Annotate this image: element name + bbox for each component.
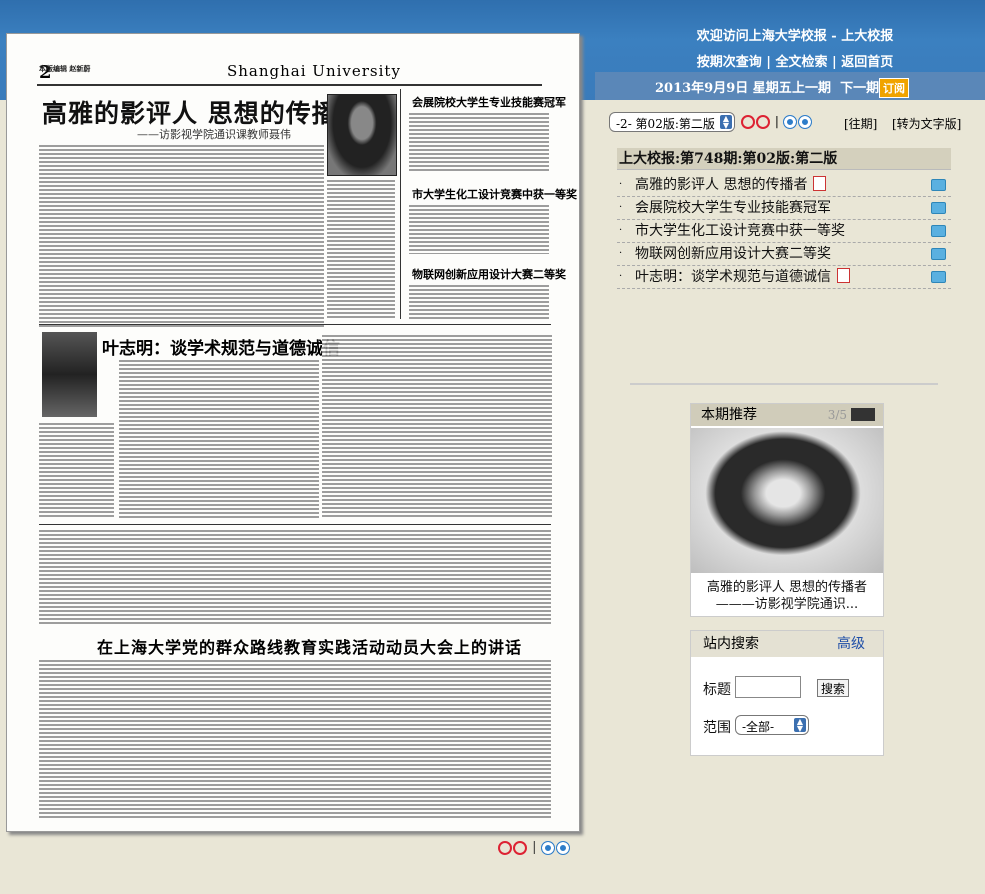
bullet-icon: · bbox=[619, 271, 623, 282]
bullet-icon: · bbox=[619, 179, 623, 190]
newspaper-section-2-title[interactable]: 市大学生化工设计竞赛中获一等奖 bbox=[412, 186, 577, 202]
subscribe-button[interactable]: 订阅 bbox=[879, 78, 909, 98]
newspaper-divider bbox=[39, 524, 551, 525]
next-page-icon[interactable] bbox=[513, 840, 527, 855]
site-search-panel: 站内搜索 高级 标题 搜索 范围 -全部- ▲ ▼ bbox=[690, 630, 884, 756]
comment-icon[interactable] bbox=[931, 179, 946, 191]
text-version-link[interactable]: [转为文字版] bbox=[892, 115, 961, 132]
newspaper-subtitle-1: ——访影视学院通识课教师聂伟 bbox=[137, 128, 291, 141]
zoom-in-icon[interactable] bbox=[540, 840, 555, 855]
scope-label: 范围 bbox=[703, 720, 731, 736]
newspaper-text-block bbox=[39, 422, 114, 517]
newspaper-divider bbox=[400, 89, 401, 319]
newspaper-photo-1 bbox=[327, 94, 397, 176]
newspaper-editor-label: 本版编辑 赵新蔚 bbox=[39, 64, 91, 73]
recommend-panel: 本期推荐 3/5 高雅的影评人 思想的传播者 ———访影视学院通识... bbox=[690, 403, 884, 617]
recommend-counter: 3/5 bbox=[827, 408, 847, 422]
prev-page-icon[interactable] bbox=[741, 114, 755, 129]
link-home[interactable]: 返回首页 bbox=[841, 55, 893, 70]
article-title[interactable]: 高雅的影评人 思想的传播者 bbox=[635, 177, 807, 193]
newspaper-section-1-title[interactable]: 会展院校大学生专业技能赛冠军 bbox=[412, 94, 566, 110]
bullet-icon: · bbox=[619, 248, 623, 259]
page-toolbar: -2- 第02版:第二版 ▲ ▼ | [往期] [转为文字版] bbox=[609, 112, 969, 134]
list-item[interactable]: · 物联网创新应用设计大赛二等奖 bbox=[617, 243, 951, 266]
newspaper-text-block bbox=[327, 179, 395, 319]
panel-divider bbox=[630, 383, 938, 385]
past-issues-link[interactable]: [往期] bbox=[844, 115, 877, 132]
prev-issue-link[interactable]: 上一期 bbox=[792, 81, 831, 96]
comment-icon[interactable] bbox=[931, 202, 946, 214]
newspaper-text-block bbox=[409, 284, 549, 319]
search-title-input[interactable] bbox=[735, 676, 801, 698]
link-query-by-issue[interactable]: 按期次查询 bbox=[697, 55, 762, 70]
newspaper-header: 2 Shanghai University bbox=[37, 62, 542, 86]
newspaper-text-block bbox=[39, 144, 324, 329]
comment-icon[interactable] bbox=[931, 225, 946, 237]
next-issue-link[interactable]: 下一期 bbox=[840, 81, 879, 96]
scope-select-value: -全部- bbox=[742, 720, 775, 734]
welcome-text: 欢迎访问上海大学校报 - 上大校报 bbox=[696, 29, 894, 44]
recommend-caption-sub[interactable]: ———访影视学院通识... bbox=[691, 593, 883, 612]
site-links: 欢迎访问上海大学校报 - 上大校报 按期次查询 | 全文检索 | 返回首页 bbox=[605, 24, 985, 76]
advanced-search-link[interactable]: 高级 bbox=[837, 631, 865, 657]
article-title[interactable]: 物联网创新应用设计大赛二等奖 bbox=[635, 243, 831, 265]
newspaper-section-3-title[interactable]: 物联网创新应用设计大赛二等奖 bbox=[412, 266, 566, 282]
chevron-updown-icon: ▲ ▼ bbox=[720, 115, 732, 130]
title-label: 标题 bbox=[703, 682, 731, 698]
newspaper-divider bbox=[39, 324, 551, 325]
next-page-icon[interactable] bbox=[756, 114, 770, 129]
slideshow-controls-icon[interactable] bbox=[851, 408, 875, 421]
newspaper-page-image[interactable]: 2 Shanghai University 本版编辑 赵新蔚 高雅的影评人 思想… bbox=[6, 33, 580, 832]
article-title[interactable]: 叶志明：谈学术规范与道德诚信 bbox=[635, 269, 831, 285]
pdf-icon[interactable] bbox=[813, 175, 827, 191]
newspaper-headline-3[interactable]: 在上海大学党的群众路线教育实践活动动员大会上的讲话 bbox=[97, 634, 522, 658]
search-title: 站内搜索 bbox=[703, 636, 759, 652]
bottom-page-tools: | bbox=[498, 840, 571, 855]
article-title[interactable]: 会展院校大学生专业技能赛冠军 bbox=[635, 197, 831, 219]
recommend-header: 本期推荐 3/5 bbox=[691, 404, 883, 426]
scope-select[interactable]: -全部- ▲ ▼ bbox=[735, 715, 809, 735]
prev-page-icon[interactable] bbox=[498, 840, 512, 855]
page-select[interactable]: -2- 第02版:第二版 ▲ ▼ bbox=[609, 112, 735, 132]
recommend-photo[interactable] bbox=[691, 428, 883, 573]
newspaper-text-block bbox=[39, 529, 551, 624]
newspaper-masthead: Shanghai University bbox=[227, 62, 401, 80]
comment-icon[interactable] bbox=[931, 248, 946, 260]
newspaper-headline-2[interactable]: 叶志明：谈学术规范与道德诚信 bbox=[102, 334, 340, 359]
newspaper-text-block bbox=[409, 204, 549, 254]
newspaper-headline-1[interactable]: 高雅的影评人 思想的传播者 bbox=[42, 94, 364, 130]
list-item[interactable]: · 高雅的影评人 思想的传播者 bbox=[617, 174, 951, 197]
bullet-icon: · bbox=[619, 202, 623, 213]
list-item[interactable]: · 会展院校大学生专业技能赛冠军 bbox=[617, 197, 951, 220]
search-header: 站内搜索 高级 bbox=[691, 631, 883, 657]
issue-date: 2013年9月9日 星期五 bbox=[655, 81, 792, 96]
newspaper-text-block bbox=[39, 659, 551, 819]
newspaper-photo-2 bbox=[42, 332, 97, 417]
link-fulltext-search[interactable]: 全文检索 bbox=[775, 55, 827, 70]
chevron-updown-icon: ▲ ▼ bbox=[794, 718, 806, 733]
article-list: · 高雅的影评人 思想的传播者 · 会展院校大学生专业技能赛冠军 · 市大学生化… bbox=[617, 174, 951, 289]
page-select-value: -2- 第02版:第二版 bbox=[616, 117, 715, 131]
article-title[interactable]: 市大学生化工设计竞赛中获一等奖 bbox=[635, 220, 845, 242]
list-item[interactable]: · 叶志明：谈学术规范与道德诚信 bbox=[617, 266, 951, 289]
search-button[interactable]: 搜索 bbox=[817, 679, 849, 697]
zoom-in-icon[interactable] bbox=[782, 114, 797, 129]
pdf-icon[interactable] bbox=[837, 267, 850, 283]
newspaper-text-block bbox=[119, 359, 319, 519]
recommend-title: 本期推荐 bbox=[701, 407, 757, 423]
issue-title: 上大校报:第748期:第02版:第二版 bbox=[617, 148, 951, 170]
newspaper-text-block bbox=[409, 112, 549, 172]
zoom-out-icon[interactable] bbox=[555, 840, 570, 855]
bullet-icon: · bbox=[619, 225, 623, 236]
comment-icon[interactable] bbox=[931, 271, 946, 283]
list-item[interactable]: · 市大学生化工设计竞赛中获一等奖 bbox=[617, 220, 951, 243]
date-bar: 2013年9月9日 星期五 上一期 下一期 订阅 bbox=[595, 72, 985, 100]
zoom-out-icon[interactable] bbox=[797, 114, 812, 129]
newspaper-text-block bbox=[322, 334, 552, 519]
